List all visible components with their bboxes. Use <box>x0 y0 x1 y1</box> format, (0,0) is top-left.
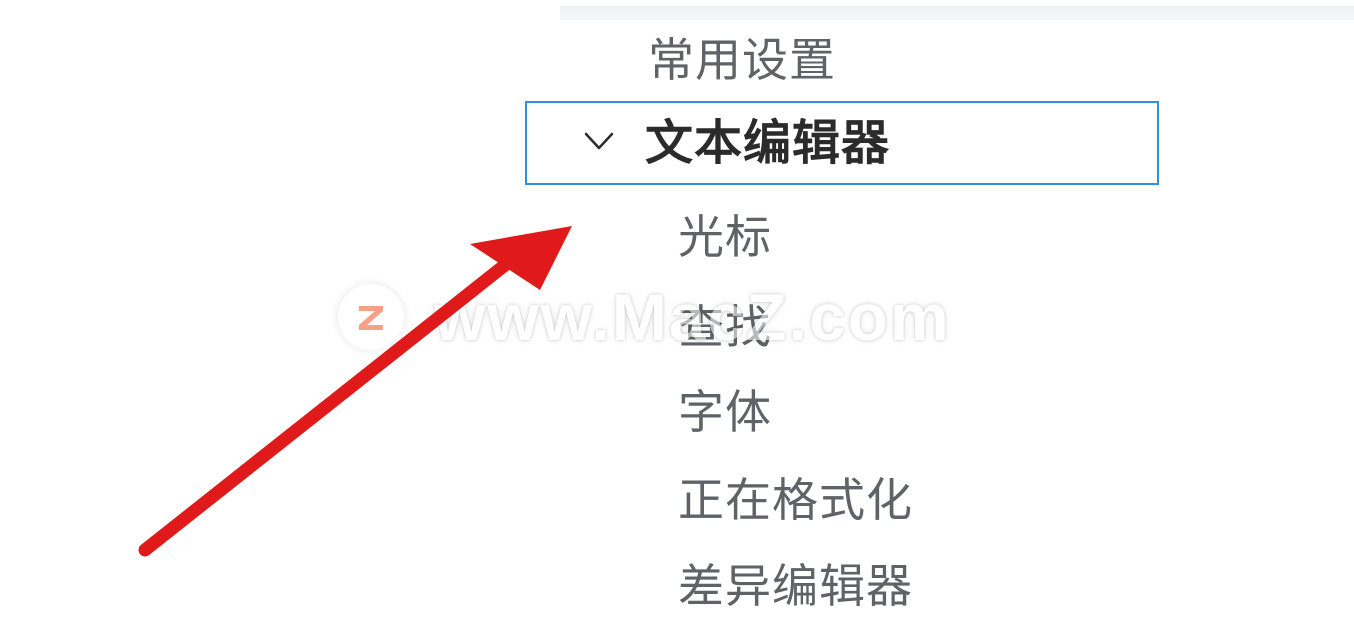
chevron-down-icon[interactable] <box>583 129 615 153</box>
settings-tree: 常用设置 文本编辑器 光标 查找 字体 正在格式化 差异编辑器 <box>0 0 1354 626</box>
tree-item-diff-editor[interactable]: 差异编辑器 <box>678 554 913 618</box>
tree-item-find[interactable]: 查找 <box>678 295 772 359</box>
tree-node-label: 文本编辑器 <box>645 115 891 171</box>
tree-item-cursor[interactable]: 光标 <box>678 205 772 269</box>
tree-item-formatting[interactable]: 正在格式化 <box>678 468 913 532</box>
settings-screenshot: 常用设置 文本编辑器 光标 查找 字体 正在格式化 差异编辑器 www.MacZ… <box>0 0 1354 626</box>
tree-node-text-editor[interactable]: 文本编辑器 <box>525 101 1159 185</box>
tree-item-font[interactable]: 字体 <box>678 380 772 444</box>
group-label-common-settings[interactable]: 常用设置 <box>648 28 836 92</box>
